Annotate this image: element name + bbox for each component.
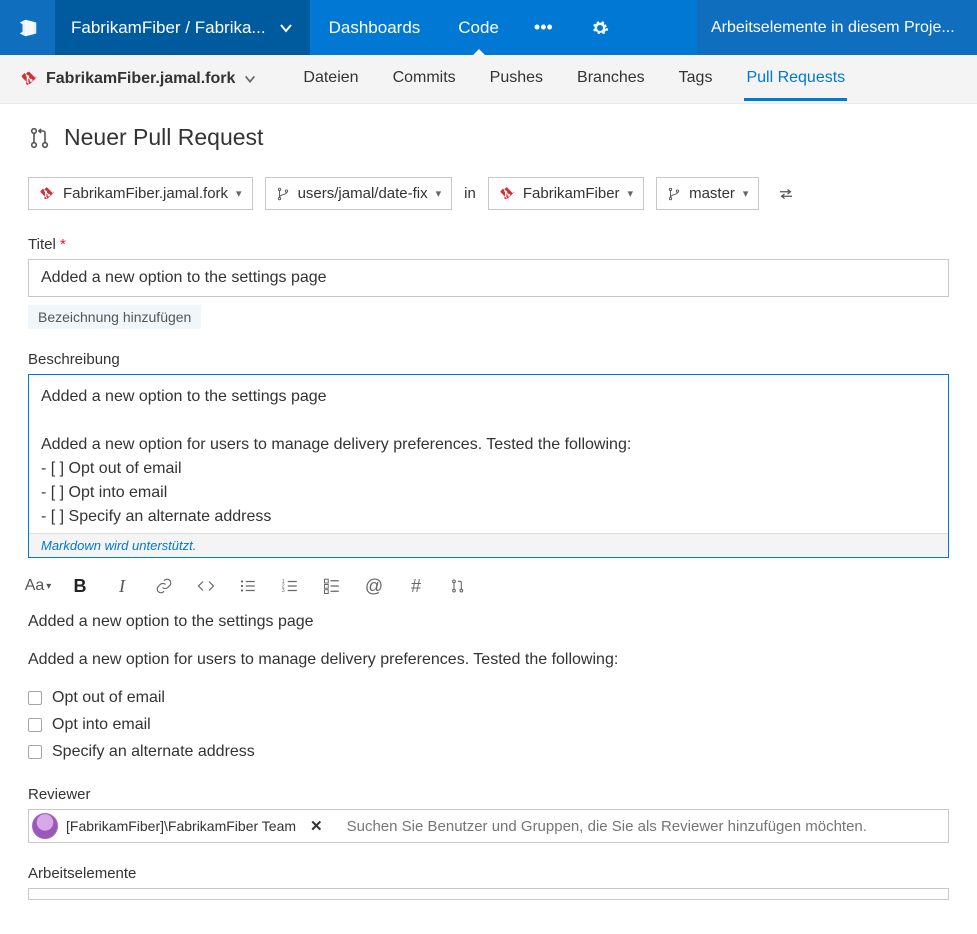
preview-check-item: Opt into email [28, 713, 949, 737]
reviewer-label: Reviewer [28, 786, 949, 803]
description-textarea[interactable] [29, 375, 948, 530]
checkbox-icon[interactable] [28, 718, 42, 732]
team-avatar-icon [32, 813, 58, 839]
bullet-list-button[interactable] [238, 576, 258, 596]
pr-link-button[interactable] [448, 576, 468, 596]
at-icon: @ [365, 576, 383, 597]
numbered-list-button[interactable]: 123 [280, 576, 300, 596]
swap-branches-button[interactable] [771, 181, 801, 207]
chevron-down-icon: ▾ [628, 187, 634, 200]
git-repo-icon [39, 186, 55, 202]
target-repo-name: FabrikamFiber [523, 185, 620, 202]
checkbox-icon[interactable] [28, 691, 42, 705]
nav-more-button[interactable]: ••• [518, 0, 569, 55]
vsts-logo-icon [17, 17, 39, 39]
italic-button[interactable]: I [112, 576, 132, 596]
description-label: Beschreibung [28, 351, 949, 368]
product-logo[interactable] [0, 0, 55, 55]
preview-check-item: Specify an alternate address [28, 740, 949, 764]
font-size-button[interactable]: Aa▾ [28, 576, 48, 596]
work-item-search[interactable]: Arbeitselemente in diesem Proje... [697, 0, 977, 55]
description-box: Markdown wird unterstützt. [28, 374, 949, 558]
in-label: in [464, 185, 476, 202]
tab-tags[interactable]: Tags [677, 57, 715, 101]
remove-reviewer-button[interactable]: ✕ [304, 817, 329, 835]
nav-dashboards[interactable]: Dashboards [310, 0, 440, 55]
bold-button[interactable]: B [70, 576, 90, 596]
title-label: Titel [28, 236, 56, 253]
reviewer-search-input[interactable] [337, 812, 948, 841]
source-branch-name: users/jamal/date-fix [298, 185, 428, 202]
checklist-icon [323, 577, 341, 595]
target-repo-selector[interactable]: FabrikamFiber ▾ [488, 177, 644, 210]
target-branch-selector[interactable]: master ▾ [656, 177, 759, 210]
source-repo-name: FabrikamFiber.jamal.fork [63, 185, 228, 202]
markdown-hint: Markdown wird unterstützt. [29, 533, 948, 557]
chevron-down-icon: ▾ [743, 187, 749, 200]
repo-sub-nav: FabrikamFiber.jamal.fork Dateien Commits… [0, 55, 977, 104]
tab-pull-requests[interactable]: Pull Requests [744, 57, 847, 101]
markdown-toolbar: Aa▾ B I 123 @ # [28, 576, 949, 596]
preview-check-item: Opt out of email [28, 686, 949, 710]
tab-pushes[interactable]: Pushes [488, 57, 545, 101]
checklist-button[interactable] [322, 576, 342, 596]
numbered-list-icon: 123 [281, 577, 299, 595]
gear-icon [591, 19, 609, 37]
workitems-input[interactable] [28, 888, 949, 900]
nav-code[interactable]: Code [439, 0, 518, 55]
search-placeholder-text: Arbeitselemente in diesem Proje... [711, 19, 955, 37]
preview-line: Added a new option to the settings page [28, 610, 949, 634]
git-repo-icon [499, 186, 515, 202]
code-icon [197, 577, 215, 595]
svg-text:3: 3 [282, 588, 285, 594]
source-repo-selector[interactable]: FabrikamFiber.jamal.fork ▾ [28, 177, 253, 210]
link-icon [155, 577, 173, 595]
chevron-down-icon [243, 72, 257, 86]
swap-icon [777, 187, 795, 201]
bullet-list-icon [239, 577, 257, 595]
project-selector[interactable]: FabrikamFiber / Fabrika... [55, 0, 310, 55]
tab-files[interactable]: Dateien [301, 57, 360, 101]
branch-selection-row: FabrikamFiber.jamal.fork ▾ users/jamal/d… [28, 177, 949, 210]
source-branch-selector[interactable]: users/jamal/date-fix ▾ [265, 177, 453, 210]
reviewer-chip[interactable]: [FabrikamFiber]\FabrikamFiber Team ✕ [29, 810, 337, 842]
chevron-down-icon: ▾ [236, 187, 242, 200]
settings-button[interactable] [569, 0, 631, 55]
code-button[interactable] [196, 576, 216, 596]
repo-selector[interactable]: FabrikamFiber.jamal.fork [20, 70, 257, 88]
pull-request-icon [450, 578, 466, 594]
chevron-down-icon [278, 20, 294, 36]
preview-line: Added a new option for users to manage d… [28, 648, 949, 672]
tab-commits[interactable]: Commits [391, 57, 458, 101]
main-content: Neuer Pull Request FabrikamFiber.jamal.f… [0, 104, 977, 930]
branch-icon [667, 187, 681, 201]
top-nav-bar: FabrikamFiber / Fabrika... Dashboards Co… [0, 0, 977, 55]
repo-name: FabrikamFiber.jamal.fork [46, 70, 235, 88]
branch-icon [276, 187, 290, 201]
ellipsis-icon: ••• [534, 17, 553, 38]
project-breadcrumb-text: FabrikamFiber / Fabrika... [71, 18, 266, 38]
hash-button[interactable]: # [406, 576, 426, 596]
chevron-down-icon: ▾ [436, 187, 442, 200]
tab-branches[interactable]: Branches [575, 57, 647, 101]
reviewer-field: [FabrikamFiber]\FabrikamFiber Team ✕ [28, 809, 949, 843]
description-preview: Added a new option to the settings page … [28, 610, 949, 764]
title-input[interactable] [28, 259, 949, 297]
required-indicator: * [60, 236, 66, 253]
chevron-down-icon: ▾ [46, 581, 51, 592]
pull-request-icon [28, 126, 52, 150]
reviewer-chip-name: [FabrikamFiber]\FabrikamFiber Team [66, 818, 296, 834]
target-branch-name: master [689, 185, 735, 202]
checkbox-icon[interactable] [28, 745, 42, 759]
hash-icon: # [411, 576, 421, 597]
page-title: Neuer Pull Request [64, 124, 263, 151]
link-button[interactable] [154, 576, 174, 596]
mention-button[interactable]: @ [364, 576, 384, 596]
git-repo-icon [20, 70, 38, 88]
add-label-chip[interactable]: Bezeichnung hinzufügen [28, 305, 201, 329]
workitems-label: Arbeitselemente [28, 865, 949, 882]
